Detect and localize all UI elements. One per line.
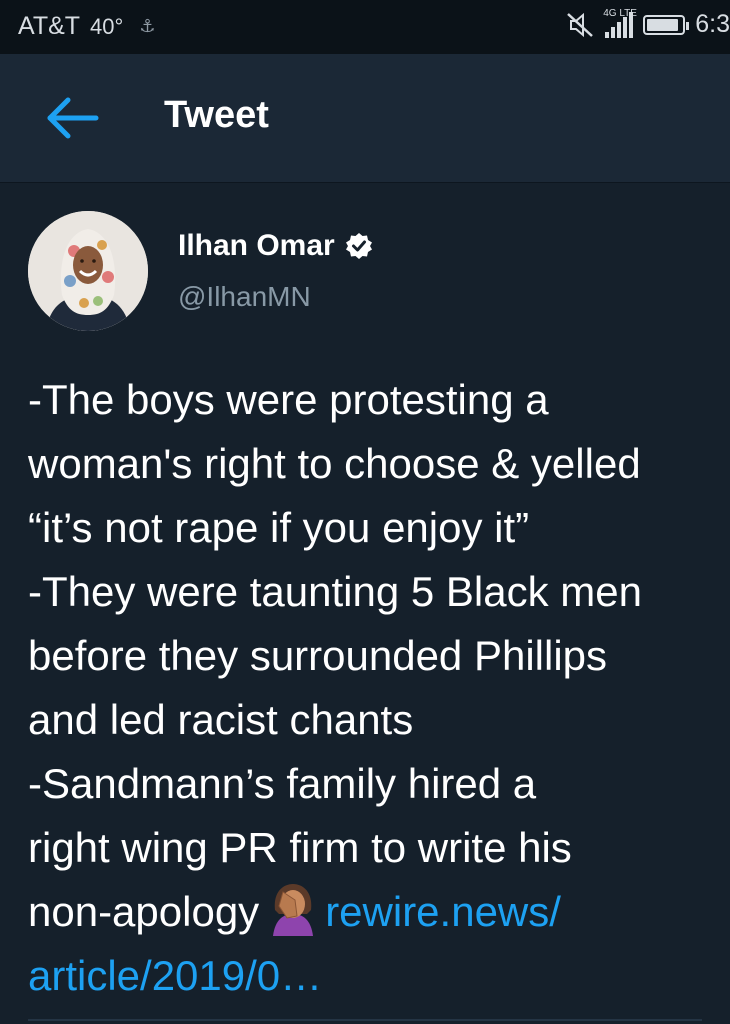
status-bar: AT&T 40° ⚓ 4G LTE 6:3 [0, 0, 730, 54]
page-title: Tweet [164, 94, 269, 136]
temperature: 40° [90, 13, 124, 39]
network-type: 4G LTE [603, 7, 637, 19]
battery-fill [647, 18, 679, 31]
tweet-line: woman's right to choose & yelled [28, 440, 641, 487]
author-name[interactable]: Ilhan Omar [178, 229, 373, 263]
profile-photo [28, 211, 148, 331]
tweet: Ilhan Omar @IlhanMN -The boys were prote… [0, 183, 730, 1024]
signal-icon: 4G LTE [603, 8, 637, 38]
woman-facepalming-icon [265, 880, 321, 936]
author-handle[interactable]: @IlhanMN [178, 281, 311, 313]
tweet-link[interactable]: rewire.news/ [325, 888, 561, 935]
tweet-line: right wing PR firm to write his [28, 824, 572, 871]
battery-icon [643, 14, 690, 35]
avatar[interactable] [28, 211, 148, 331]
tweet-line: “it’s not rape if you enjoy it” [28, 504, 530, 551]
arrow-left-icon [47, 97, 99, 139]
back-button[interactable] [44, 94, 100, 142]
tweet-text: -The boys were protesting a woman's righ… [28, 368, 730, 1008]
carrier-name: AT&T [18, 12, 81, 40]
tweet-link-continued[interactable]: article/2019/0… [28, 952, 322, 999]
tweet-line: before they surrounded Phillips [28, 632, 608, 679]
usb-icon: ⚓ [139, 16, 156, 36]
tweet-line: -The boys were protesting a [28, 376, 549, 423]
author-name-text: Ilhan Omar [178, 229, 335, 262]
verified-badge-icon [345, 232, 373, 260]
mute-icon [565, 12, 595, 38]
tweet-line-link: article/2019/0… [28, 944, 730, 1008]
status-right: 4G LTE 6:3 [565, 8, 730, 39]
tweet-line-text: non-apology [28, 888, 260, 935]
divider [28, 1019, 702, 1021]
tweet-line: and led racist chants [28, 696, 414, 743]
clock: 6:3 [695, 10, 730, 38]
tweet-line: -Sandmann’s family hired a [28, 760, 537, 807]
tweet-line-with-link: non-apology rewire.news/ [28, 880, 730, 944]
tweet-line: -They were taunting 5 Black men [28, 568, 642, 615]
app-header: Tweet [0, 54, 730, 183]
status-left: AT&T 40° ⚓ [18, 12, 155, 41]
